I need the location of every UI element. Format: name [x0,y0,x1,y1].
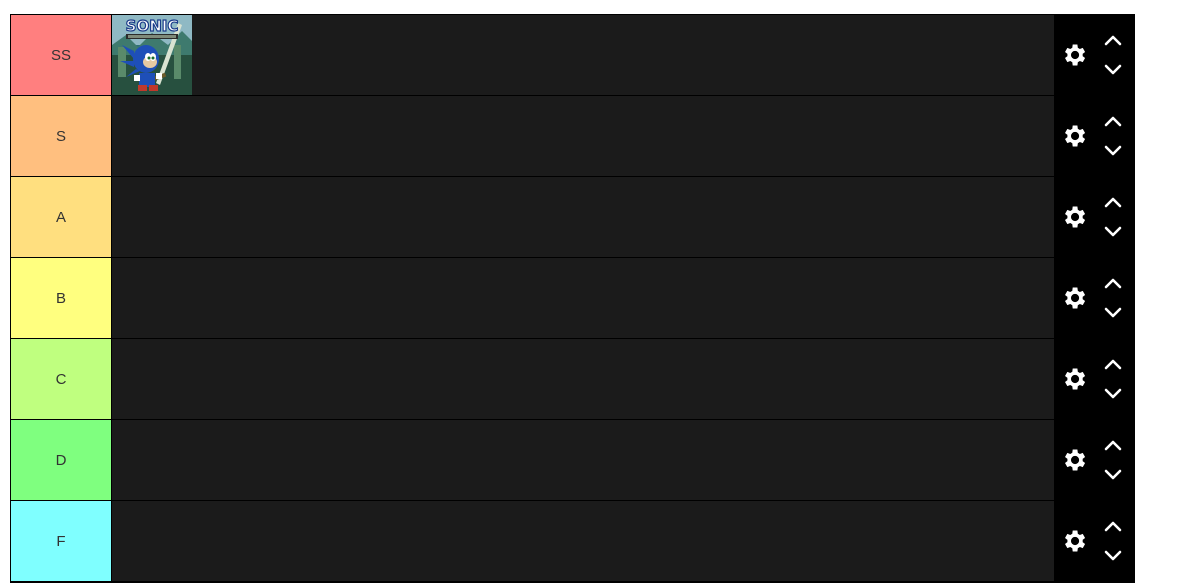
chevron-down-icon[interactable] [1102,221,1124,243]
chevron-up-icon[interactable] [1102,29,1124,51]
tier-label-ss[interactable]: SS [11,15,112,95]
tier-label-c[interactable]: C [11,339,112,419]
tier-label-text: C [55,370,67,388]
gear-icon[interactable] [1056,523,1092,559]
chevron-up-icon[interactable] [1102,353,1124,375]
tier-label-text: SS [50,46,71,64]
sonic-black-knight-item[interactable]: SONIC [112,15,192,95]
tier-items-s[interactable] [112,96,1054,176]
tier-row-d: D [11,420,1134,501]
tier-row-s: S [11,96,1134,177]
tier-controls-b [1054,258,1134,338]
gear-icon[interactable] [1056,199,1092,235]
gear-icon[interactable] [1056,37,1092,73]
tier-label-text: S [55,127,66,145]
tier-items-b[interactable] [112,258,1054,338]
cover-logo-text: SONIC [126,17,179,35]
tier-label-d[interactable]: D [11,420,112,500]
move-arrows [1102,353,1124,405]
move-arrows [1102,29,1124,81]
gear-icon[interactable] [1056,118,1092,154]
chevron-down-icon[interactable] [1102,464,1124,486]
tier-row-a: A [11,177,1134,258]
chevron-down-icon[interactable] [1102,383,1124,405]
chevron-down-icon[interactable] [1102,302,1124,324]
tier-board: SS SONIC S A B C D F [10,14,1135,583]
tier-label-a[interactable]: A [11,177,112,257]
gear-icon[interactable] [1056,280,1092,316]
tier-items-d[interactable] [112,420,1054,500]
tier-row-ss: SS SONIC [11,15,1134,96]
move-arrows [1102,515,1124,567]
chevron-up-icon[interactable] [1102,434,1124,456]
tier-label-text: B [55,289,66,307]
tier-controls-d [1054,420,1134,500]
tier-label-text: A [55,208,66,226]
tier-label-text: D [55,451,67,469]
tier-items-a[interactable] [112,177,1054,257]
tier-items-ss[interactable]: SONIC [112,15,1054,95]
move-arrows [1102,191,1124,243]
tier-controls-a [1054,177,1134,257]
tier-label-f[interactable]: F [11,501,112,581]
tier-row-b: B [11,258,1134,339]
move-arrows [1102,434,1124,486]
move-arrows [1102,272,1124,324]
game-cover-image: SONIC [112,15,192,95]
tier-label-text: F [56,532,66,550]
tier-controls-f [1054,501,1134,581]
tier-items-f[interactable] [112,501,1054,581]
move-arrows [1102,110,1124,162]
chevron-down-icon[interactable] [1102,545,1124,567]
chevron-up-icon[interactable] [1102,110,1124,132]
chevron-down-icon[interactable] [1102,140,1124,162]
tier-controls-s [1054,96,1134,176]
chevron-up-icon[interactable] [1102,515,1124,537]
chevron-up-icon[interactable] [1102,191,1124,213]
chevron-down-icon[interactable] [1102,59,1124,81]
tier-controls-c [1054,339,1134,419]
tier-label-b[interactable]: B [11,258,112,338]
tier-row-f: F [11,501,1134,582]
gear-icon[interactable] [1056,442,1092,478]
chevron-up-icon[interactable] [1102,272,1124,294]
gear-icon[interactable] [1056,361,1092,397]
tier-items-c[interactable] [112,339,1054,419]
tier-label-s[interactable]: S [11,96,112,176]
tier-row-c: C [11,339,1134,420]
tier-controls-ss [1054,15,1134,95]
